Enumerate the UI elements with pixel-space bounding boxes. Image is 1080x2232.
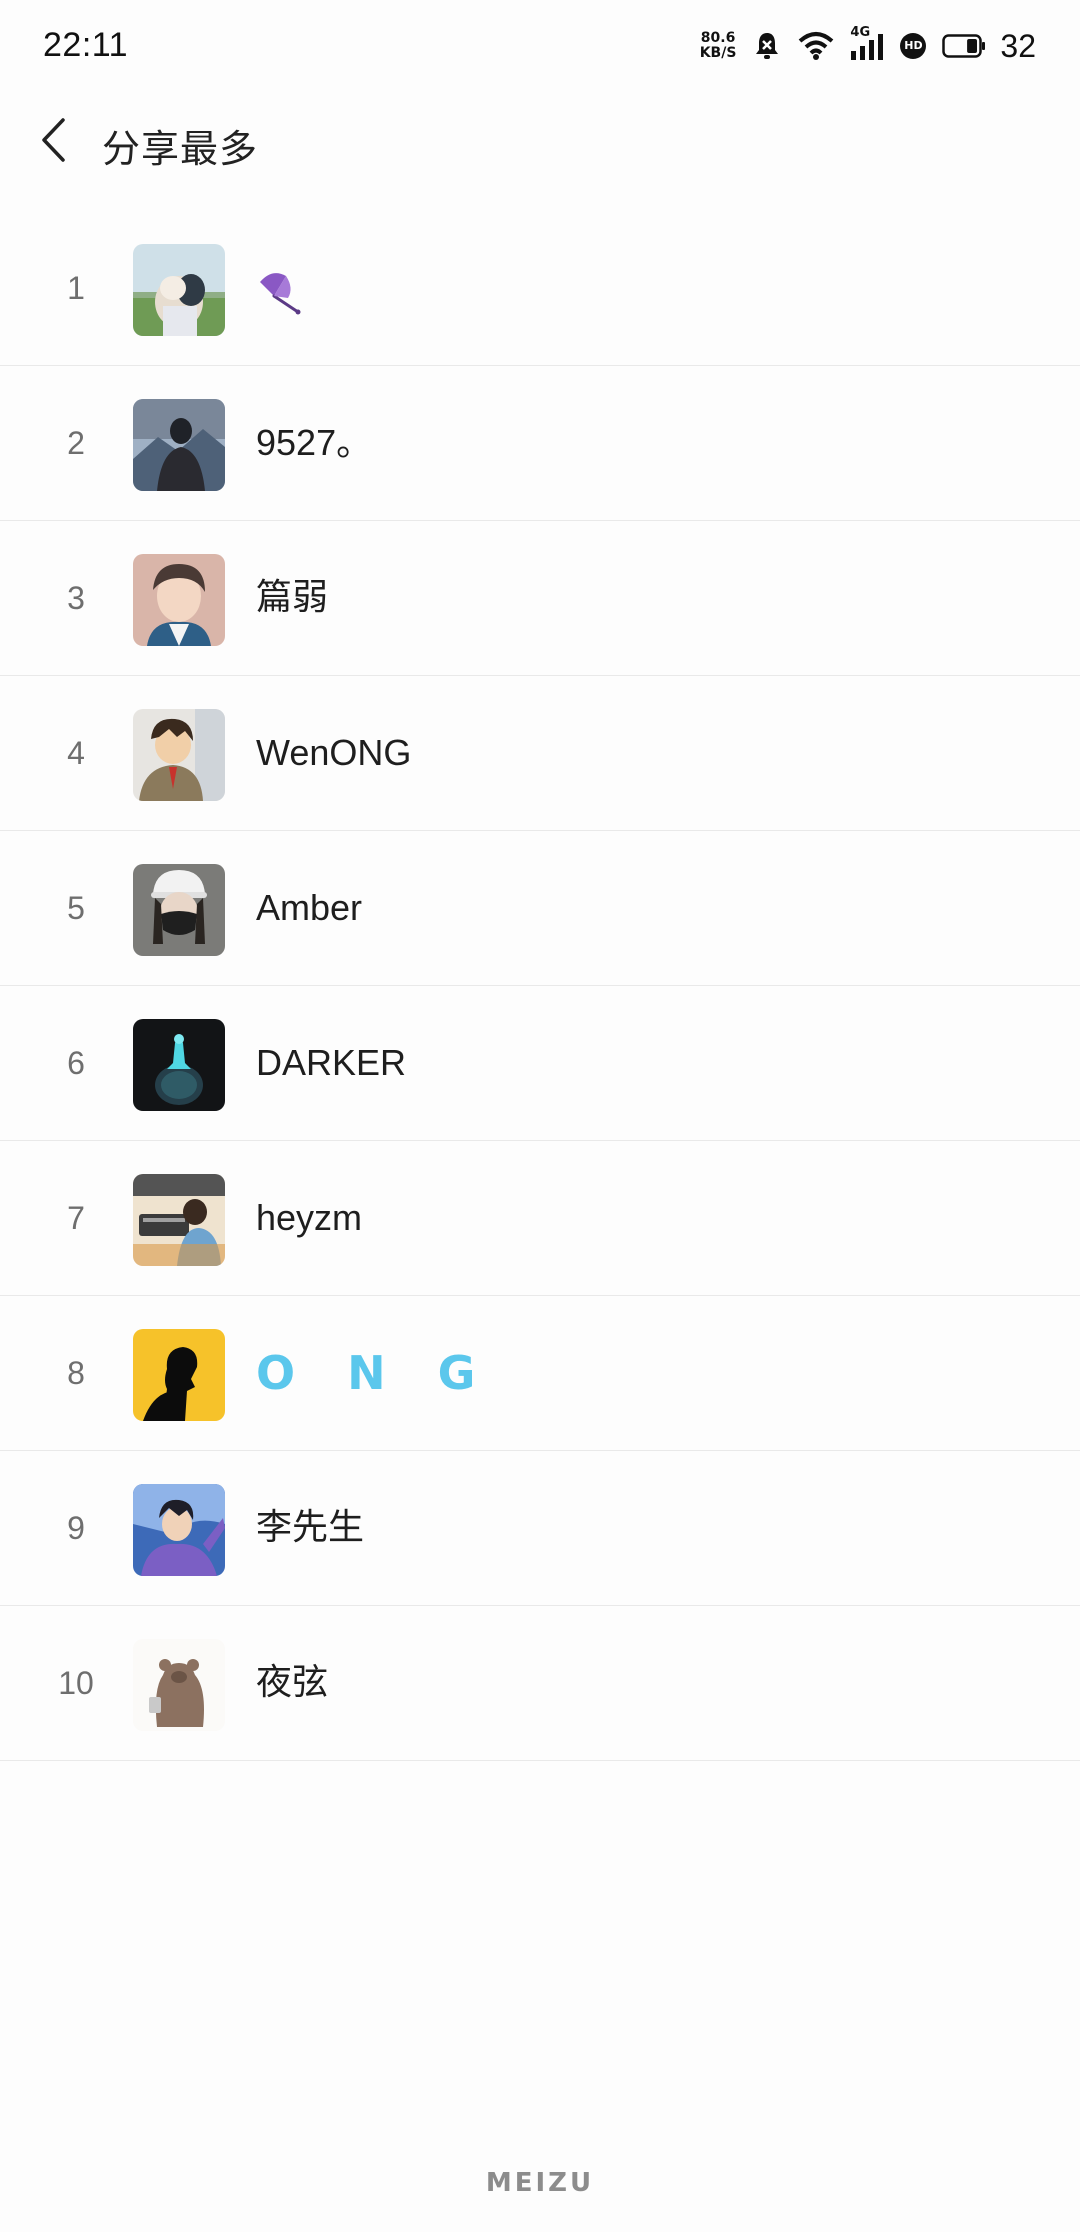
network-speed-value: 80.6	[700, 30, 736, 46]
avatar	[133, 1174, 225, 1266]
list-item[interactable]: 4 WenONG	[0, 676, 1080, 831]
umbrella-icon	[254, 266, 304, 316]
cellular-signal-icon: 4G	[850, 25, 884, 61]
avatar	[133, 709, 225, 801]
list-item[interactable]: 2 9527。	[0, 366, 1080, 521]
user-name: DARKER	[256, 1042, 407, 1083]
user-name: 9527。	[256, 422, 373, 463]
list-item[interactable]: 3 篇弱	[0, 521, 1080, 676]
avatar	[133, 399, 225, 491]
list-item[interactable]: 6 DARKER	[0, 986, 1080, 1141]
avatar	[133, 1639, 225, 1731]
chevron-left-icon	[39, 117, 69, 168]
rank-number: 1	[67, 270, 85, 306]
user-name: Amber	[256, 887, 363, 928]
rank-number: 9	[67, 1510, 85, 1546]
rank-number: 2	[67, 425, 85, 461]
rank-number: 7	[67, 1200, 85, 1236]
page-title: 分享最多	[102, 127, 259, 171]
hd-label: HD	[904, 39, 923, 52]
rank-number: 10	[58, 1665, 94, 1701]
rank-number: 3	[67, 580, 85, 616]
battery-level: 32	[1000, 27, 1036, 64]
bell-muted-icon	[752, 30, 782, 62]
brand-logo: MEIZU	[485, 2168, 595, 2198]
avatar	[133, 1019, 225, 1111]
user-name: WenONG	[256, 732, 412, 773]
status-icons: 80.6 KB/S 4G HD 32	[700, 25, 1036, 66]
list-item[interactable]: 5 Amber	[0, 831, 1080, 986]
user-name: O N G	[256, 1346, 494, 1400]
share-ranking-list: 1 2 9527。 3 篇弱 4 WenONG 5 Amber 6 DARKER…	[0, 211, 1080, 1761]
rank-number: 6	[67, 1045, 85, 1081]
list-item[interactable]: 1	[0, 211, 1080, 366]
user-name: heyzm	[256, 1197, 363, 1238]
avatar	[133, 864, 225, 956]
rank-number: 5	[67, 890, 85, 926]
avatar	[133, 1329, 225, 1421]
app-header: 分享最多	[0, 92, 1080, 192]
status-bar: 22:11 80.6 KB/S 4G HD 32	[0, 0, 1080, 92]
avatar	[133, 244, 225, 336]
list-item[interactable]: 8 O N G	[0, 1296, 1080, 1451]
user-name: 夜弦	[256, 1662, 329, 1703]
back-button[interactable]	[24, 112, 84, 172]
hd-voice-icon: HD	[900, 33, 927, 59]
avatar	[133, 1484, 225, 1576]
network-speed-unit: KB/S	[699, 45, 737, 61]
rank-number: 8	[67, 1355, 85, 1391]
network-speed: 80.6 KB/S	[700, 31, 737, 61]
status-time: 22:11	[43, 26, 129, 64]
list-item[interactable]: 10 夜弦	[0, 1606, 1080, 1761]
list-item[interactable]: 9 李先生	[0, 1451, 1080, 1606]
battery-icon	[942, 34, 986, 58]
rank-number: 4	[67, 735, 85, 771]
signal-type-label: 4G	[850, 25, 871, 40]
list-item[interactable]: 7 heyzm	[0, 1141, 1080, 1296]
wifi-icon	[798, 31, 834, 61]
avatar	[133, 554, 225, 646]
user-name: 篇弱	[256, 577, 329, 618]
user-name: 李先生	[256, 1507, 365, 1548]
